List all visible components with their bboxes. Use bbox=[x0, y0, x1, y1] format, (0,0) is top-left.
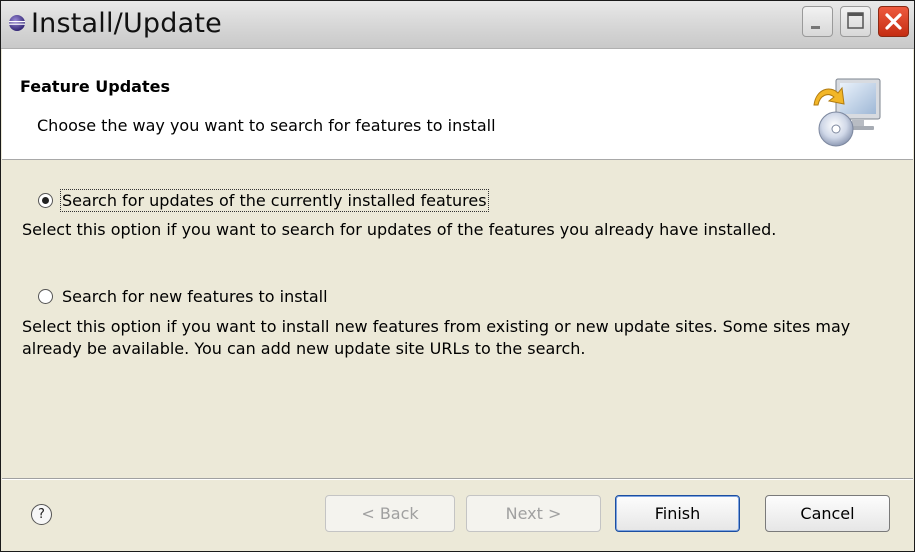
window-title: Install/Update bbox=[31, 8, 222, 39]
minimize-icon bbox=[811, 26, 820, 29]
option-update-installed-description: Select this option if you want to search… bbox=[22, 220, 777, 239]
radio-update-installed[interactable] bbox=[38, 193, 53, 208]
options-area: Search for updates of the currently inst… bbox=[2, 160, 913, 478]
option-update-installed-label[interactable]: Search for updates of the currently inst… bbox=[60, 189, 489, 212]
install-update-dialog: Install/Update Feature Updates Choose th… bbox=[0, 0, 915, 552]
wizard-footer: ? < Back Next > Finish Cancel bbox=[2, 480, 913, 551]
install-update-cd-monitor-icon bbox=[813, 78, 881, 147]
help-icon[interactable]: ? bbox=[31, 504, 52, 525]
maximize-icon bbox=[847, 12, 864, 29]
back-button[interactable]: < Back bbox=[325, 495, 455, 532]
title-bar[interactable]: Install/Update bbox=[1, 1, 914, 49]
next-button[interactable]: Next > bbox=[466, 495, 601, 532]
close-icon bbox=[885, 13, 902, 30]
maximize-button[interactable] bbox=[840, 6, 871, 37]
radio-new-features[interactable] bbox=[38, 289, 53, 304]
option-new-features-description: Select this option if you want to instal… bbox=[22, 317, 851, 358]
option-new-features-label[interactable]: Search for new features to install bbox=[62, 287, 328, 306]
cancel-button[interactable]: Cancel bbox=[765, 495, 890, 532]
wizard-header: Feature Updates Choose the way you want … bbox=[2, 49, 913, 160]
minimize-button[interactable] bbox=[802, 6, 833, 37]
finish-button[interactable]: Finish bbox=[615, 495, 740, 532]
eclipse-icon bbox=[9, 15, 25, 31]
page-title: Feature Updates bbox=[20, 77, 170, 96]
close-button[interactable] bbox=[878, 6, 909, 37]
page-description: Choose the way you want to search for fe… bbox=[37, 116, 496, 135]
